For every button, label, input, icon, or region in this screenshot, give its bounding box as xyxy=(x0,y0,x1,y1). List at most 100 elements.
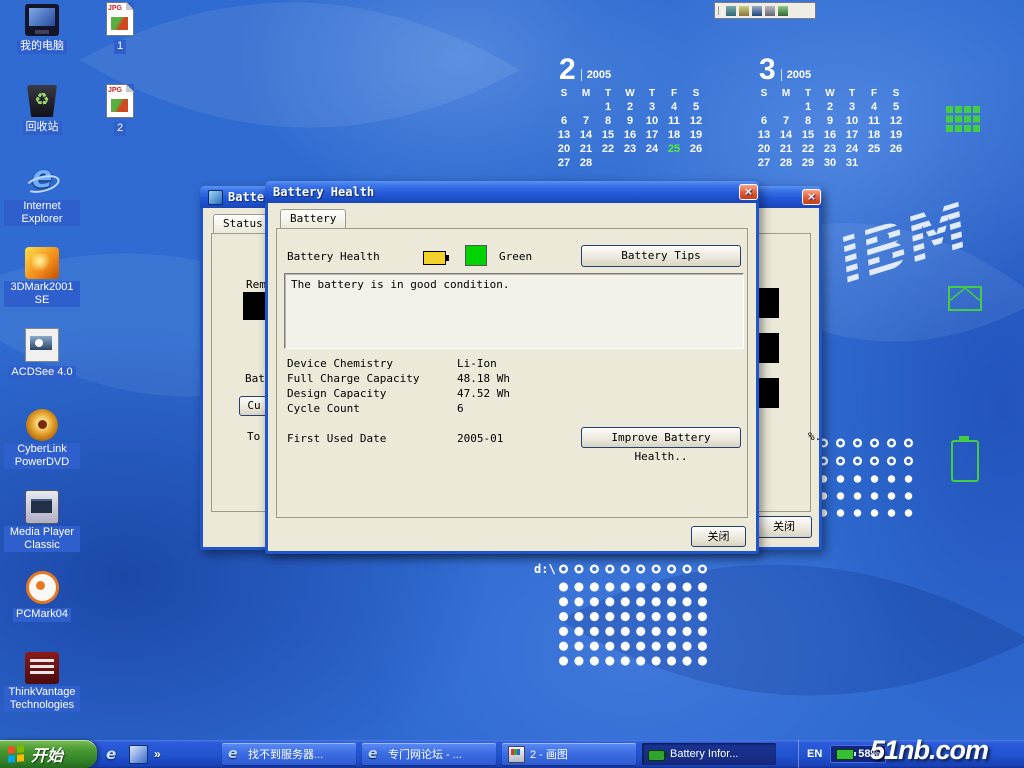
battery-tips-button[interactable]: Battery Tips xyxy=(581,245,741,267)
calendar-day: 29 xyxy=(797,156,819,170)
first-used-label: First Used Date xyxy=(287,432,386,445)
desktop-icon-mpc[interactable]: Media Player Classic xyxy=(4,490,80,553)
desktop-icon-label: 3DMark2001 SE xyxy=(4,281,80,307)
desktop-icon-powerdvd[interactable]: CyberLink PowerDVD xyxy=(4,409,80,470)
condition-textbox[interactable]: The battery is in good condition. xyxy=(284,273,744,349)
desktop-icon-label: CyberLink PowerDVD xyxy=(4,443,80,469)
toolbar-icon-4[interactable] xyxy=(765,6,775,16)
calendar-day: 10 xyxy=(641,114,663,128)
calendar-year: 2005 xyxy=(781,69,811,81)
toolbar-icon-5[interactable] xyxy=(778,6,788,16)
file-icon-1[interactable]: JPG 1 xyxy=(90,2,150,54)
calendar-day xyxy=(641,156,663,170)
desktop-icon-thinkvantage[interactable]: ThinkVantage Technologies xyxy=(4,652,80,713)
health-color-swatch xyxy=(465,245,487,266)
file-icon-label: 1 xyxy=(114,40,126,54)
toolbar-icon-1[interactable] xyxy=(726,6,736,16)
calendar-day: 20 xyxy=(553,142,575,156)
calendar-day-header: S xyxy=(753,86,775,100)
envelope-icon xyxy=(948,286,982,311)
calendar-day xyxy=(863,156,885,170)
calendar-day: 17 xyxy=(641,128,663,142)
calendar-day: 15 xyxy=(597,128,619,142)
calendar-day: 11 xyxy=(863,114,885,128)
desktop-icon-ie[interactable]: Internet Explorer xyxy=(4,166,80,227)
language-indicator[interactable]: EN xyxy=(807,748,822,760)
condition-text: The battery is in good condition. xyxy=(291,278,510,291)
dialog-titlebar[interactable]: Battery Health xyxy=(265,181,759,203)
health-status: Green xyxy=(499,250,532,263)
toolbar-grip[interactable] xyxy=(718,6,723,15)
tab-panel: Battery Health Green Battery Tips The ba… xyxy=(276,228,748,518)
calendar-day xyxy=(775,100,797,114)
calendar-day xyxy=(685,156,707,170)
close-button[interactable]: 关闭 xyxy=(691,526,746,547)
close-icon[interactable] xyxy=(739,184,758,200)
calendar-day: 5 xyxy=(685,100,707,114)
jpg-badge: JPG xyxy=(108,5,122,12)
taskbar-task-4[interactable]: Battery Infor... xyxy=(642,743,776,765)
field-value: 48.18 Wh xyxy=(457,372,510,385)
calendar-day: 25 xyxy=(663,142,685,156)
calendar-day: 13 xyxy=(753,128,775,142)
tab-status[interactable]: Status xyxy=(213,214,273,233)
window-icon xyxy=(208,190,223,205)
calendar-day: 1 xyxy=(797,100,819,114)
improve-battery-health-button[interactable]: Improve Battery Health.. xyxy=(581,427,741,448)
calendar-day: 6 xyxy=(753,114,775,128)
calendar-day: 24 xyxy=(641,142,663,156)
desktop-icon-acdsee[interactable]: ACDSee 4.0 xyxy=(4,328,80,380)
calendar-day-header: M xyxy=(775,86,797,100)
battery-field-row: Device ChemistryLi-Ion xyxy=(287,357,510,372)
calendar-day: 23 xyxy=(619,142,641,156)
toolbar-icon-3[interactable] xyxy=(752,6,762,16)
calendar-day-header: F xyxy=(663,86,685,100)
jpg-badge: JPG xyxy=(108,87,122,94)
calendar-year: 2005 xyxy=(581,69,611,81)
calendar-day: 3 xyxy=(841,100,863,114)
close-icon[interactable] xyxy=(802,189,821,205)
calendar-day: 4 xyxy=(663,100,685,114)
quick-launch-icon[interactable] xyxy=(129,745,148,764)
desktop-icon-my-computer[interactable]: 我的电脑 xyxy=(4,4,80,54)
desktop-icon-label: 我的电脑 xyxy=(17,40,67,54)
calendar-day: 22 xyxy=(597,142,619,156)
calendar-day: 13 xyxy=(553,128,575,142)
file-icon-label: 2 xyxy=(114,122,126,136)
start-button[interactable]: 开始 xyxy=(0,740,97,768)
toolbar-icon-2[interactable] xyxy=(739,6,749,16)
taskbar-task-3[interactable]: 2 - 画图 xyxy=(502,743,636,765)
calendar-day: 1 xyxy=(597,100,619,114)
desktop-icon-recycle-bin[interactable]: 回收站 xyxy=(4,85,80,135)
desktop-icon-pcmark[interactable]: PCMark04 xyxy=(4,571,80,622)
calendar-day xyxy=(753,100,775,114)
quick-launch-ie-icon[interactable] xyxy=(106,746,123,763)
calendar-day-header: T xyxy=(797,86,819,100)
taskbar-task-2[interactable]: 专门网论坛 - ... xyxy=(362,743,496,765)
quick-launch-overflow-chevron[interactable]: » xyxy=(154,747,161,761)
desktop[interactable]: 2 2005 SMTWTFS12345678910111213141516171… xyxy=(0,0,1024,740)
calendar-day-header: S xyxy=(885,86,907,100)
paint-icon xyxy=(508,746,525,763)
desktop-icon-label: ACDSee 4.0 xyxy=(8,366,75,380)
calendar-day-header: M xyxy=(575,86,597,100)
calendar-day-header: T xyxy=(597,86,619,100)
taskbar-task-1[interactable]: 找不到服务器... xyxy=(222,743,356,765)
calendar-day-header: F xyxy=(863,86,885,100)
field-label: Cycle Count xyxy=(287,402,457,415)
desktop-icon-3dmark[interactable]: 3DMark2001 SE xyxy=(4,247,80,308)
battery-field-row: Cycle Count6 xyxy=(287,402,510,417)
calendar-day: 27 xyxy=(753,156,775,170)
jpg-file-icon: JPG xyxy=(106,2,134,36)
close-button[interactable]: 关闭 xyxy=(756,516,812,538)
desktop-icon-label: PCMark04 xyxy=(13,608,71,622)
tab-battery[interactable]: Battery xyxy=(280,209,346,228)
health-label: Battery Health xyxy=(287,250,380,263)
desktop-icon-label: Internet Explorer xyxy=(4,200,80,226)
calendar-day: 30 xyxy=(819,156,841,170)
desktop-toolbar[interactable] xyxy=(714,2,816,19)
file-icon-2[interactable]: JPG 2 xyxy=(90,84,150,136)
ie-icon xyxy=(368,747,383,762)
calendar-day: 14 xyxy=(775,128,797,142)
thinkvantage-icon xyxy=(25,652,59,684)
